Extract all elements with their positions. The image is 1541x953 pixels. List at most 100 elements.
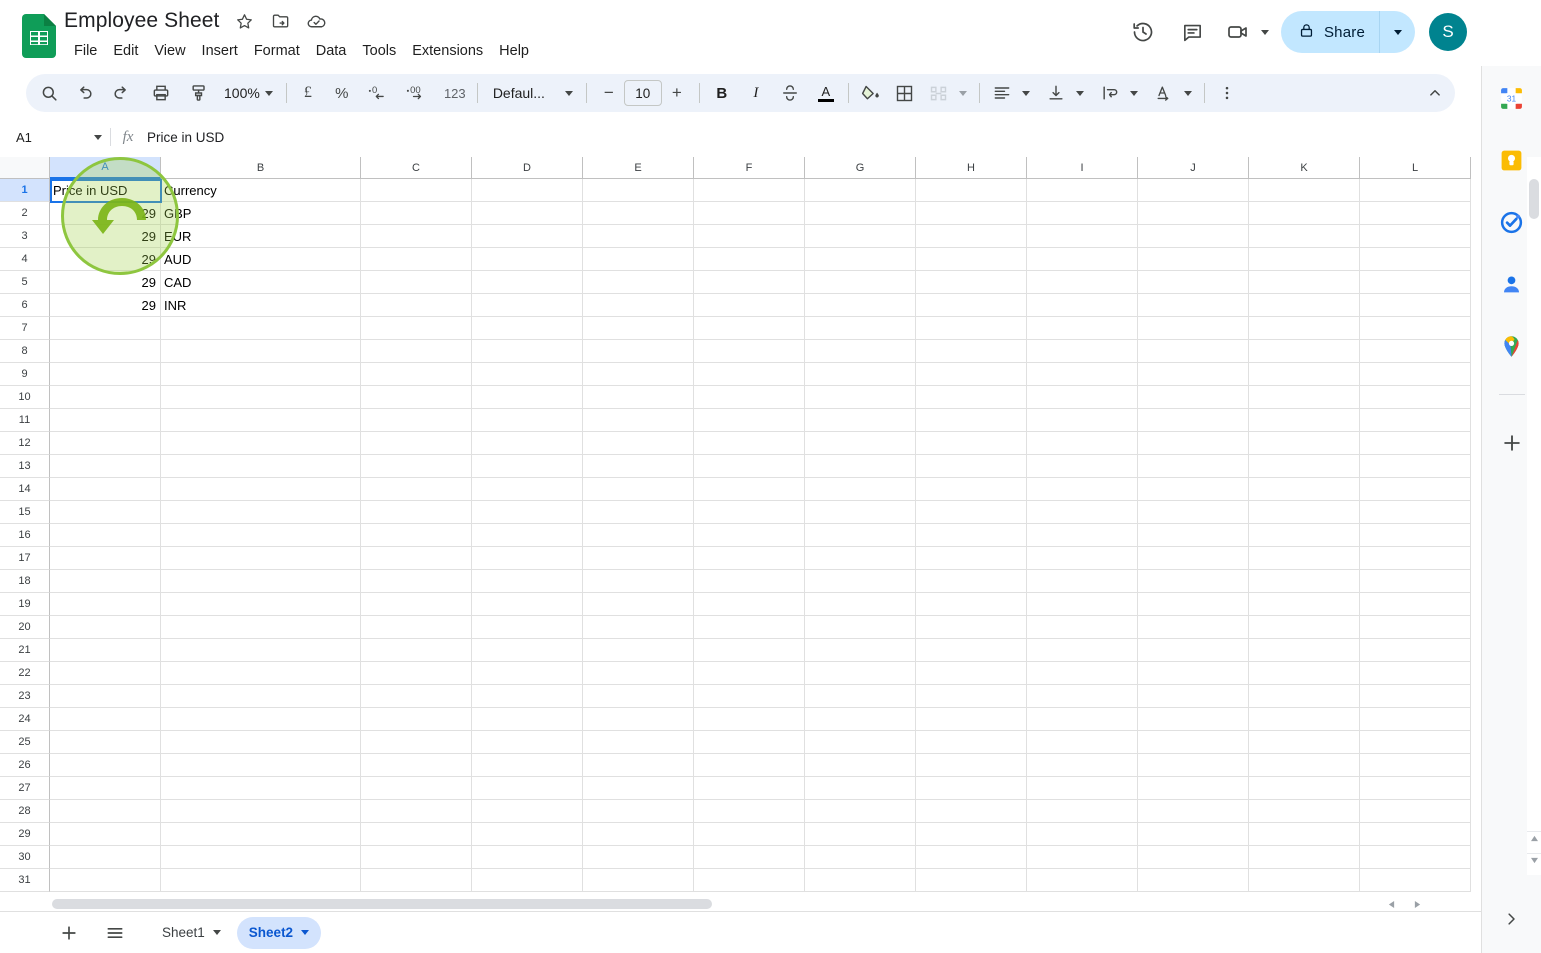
menu-tools[interactable]: Tools [354, 40, 404, 62]
cell-L27[interactable] [1360, 777, 1471, 800]
cell-A18[interactable] [50, 570, 161, 593]
cell-D14[interactable] [472, 478, 583, 501]
cell-J26[interactable] [1138, 754, 1249, 777]
cell-L11[interactable] [1360, 409, 1471, 432]
row-header-31[interactable]: 31 [0, 869, 50, 892]
cell-K5[interactable] [1249, 271, 1360, 294]
cell-J10[interactable] [1138, 386, 1249, 409]
row-header-16[interactable]: 16 [0, 524, 50, 547]
cell-B9[interactable] [161, 363, 361, 386]
cell-H8[interactable] [916, 340, 1027, 363]
cell-C2[interactable] [361, 202, 472, 225]
cell-L3[interactable] [1360, 225, 1471, 248]
cell-C14[interactable] [361, 478, 472, 501]
cell-D31[interactable] [472, 869, 583, 892]
cell-G6[interactable] [805, 294, 916, 317]
cell-C28[interactable] [361, 800, 472, 823]
cell-E1[interactable] [583, 179, 694, 202]
cell-F29[interactable] [694, 823, 805, 846]
cell-G12[interactable] [805, 432, 916, 455]
cell-F28[interactable] [694, 800, 805, 823]
cell-B14[interactable] [161, 478, 361, 501]
cell-E14[interactable] [583, 478, 694, 501]
row-header-27[interactable]: 27 [0, 777, 50, 800]
cell-L18[interactable] [1360, 570, 1471, 593]
cell-F20[interactable] [694, 616, 805, 639]
cell-F5[interactable] [694, 271, 805, 294]
row-header-26[interactable]: 26 [0, 754, 50, 777]
cell-D22[interactable] [472, 662, 583, 685]
cell-D12[interactable] [472, 432, 583, 455]
google-contacts-icon[interactable] [1494, 266, 1530, 302]
cell-G14[interactable] [805, 478, 916, 501]
cell-D28[interactable] [472, 800, 583, 823]
cell-I6[interactable] [1027, 294, 1138, 317]
cell-C12[interactable] [361, 432, 472, 455]
cell-E17[interactable] [583, 547, 694, 570]
row-header-17[interactable]: 17 [0, 547, 50, 570]
cell-B4[interactable]: AUD [161, 248, 361, 271]
cell-C9[interactable] [361, 363, 472, 386]
cell-G10[interactable] [805, 386, 916, 409]
cell-D16[interactable] [472, 524, 583, 547]
cell-A2[interactable]: 29 [50, 202, 161, 225]
cell-J28[interactable] [1138, 800, 1249, 823]
cell-C16[interactable] [361, 524, 472, 547]
cell-F3[interactable] [694, 225, 805, 248]
sheets-logo-icon[interactable] [22, 14, 56, 58]
cell-E3[interactable] [583, 225, 694, 248]
cell-E22[interactable] [583, 662, 694, 685]
cell-I17[interactable] [1027, 547, 1138, 570]
cell-L4[interactable] [1360, 248, 1471, 271]
meet-group[interactable] [1221, 10, 1275, 54]
cell-I5[interactable] [1027, 271, 1138, 294]
column-header-d[interactable]: D [472, 157, 583, 179]
cell-I10[interactable] [1027, 386, 1138, 409]
cell-B30[interactable] [161, 846, 361, 869]
cell-I26[interactable] [1027, 754, 1138, 777]
cell-A9[interactable] [50, 363, 161, 386]
cell-J6[interactable] [1138, 294, 1249, 317]
row-header-5[interactable]: 5 [0, 271, 50, 294]
cell-K1[interactable] [1249, 179, 1360, 202]
cell-G18[interactable] [805, 570, 916, 593]
cell-I9[interactable] [1027, 363, 1138, 386]
cell-F14[interactable] [694, 478, 805, 501]
cell-L20[interactable] [1360, 616, 1471, 639]
cell-D3[interactable] [472, 225, 583, 248]
cell-E8[interactable] [583, 340, 694, 363]
cell-F17[interactable] [694, 547, 805, 570]
print-icon[interactable] [146, 78, 176, 108]
cell-G5[interactable] [805, 271, 916, 294]
zoom-control[interactable]: 100% [214, 78, 279, 108]
cell-J16[interactable] [1138, 524, 1249, 547]
cell-K21[interactable] [1249, 639, 1360, 662]
row-header-13[interactable]: 13 [0, 455, 50, 478]
cell-J7[interactable] [1138, 317, 1249, 340]
cell-E29[interactable] [583, 823, 694, 846]
cell-A14[interactable] [50, 478, 161, 501]
page-title[interactable]: Employee Sheet [64, 9, 220, 33]
cell-H11[interactable] [916, 409, 1027, 432]
cell-B16[interactable] [161, 524, 361, 547]
cell-F30[interactable] [694, 846, 805, 869]
cell-B1[interactable]: Currency [161, 179, 361, 202]
sheet1-chevron-down-icon[interactable] [212, 930, 221, 935]
cell-D11[interactable] [472, 409, 583, 432]
cell-I15[interactable] [1027, 501, 1138, 524]
cell-I13[interactable] [1027, 455, 1138, 478]
merge-cells-icon[interactable] [924, 78, 954, 108]
cell-F11[interactable] [694, 409, 805, 432]
cell-H14[interactable] [916, 478, 1027, 501]
collapse-toolbar-chevron-up-icon[interactable] [1415, 74, 1455, 112]
cell-I20[interactable] [1027, 616, 1138, 639]
cell-H18[interactable] [916, 570, 1027, 593]
horizontal-align-icon[interactable] [987, 78, 1017, 108]
cell-G15[interactable] [805, 501, 916, 524]
cell-L17[interactable] [1360, 547, 1471, 570]
cell-B26[interactable] [161, 754, 361, 777]
cell-I7[interactable] [1027, 317, 1138, 340]
cell-G13[interactable] [805, 455, 916, 478]
increase-decimal-button[interactable]: 00 [400, 78, 434, 108]
vertical-scroll-thumb[interactable] [1529, 179, 1539, 219]
